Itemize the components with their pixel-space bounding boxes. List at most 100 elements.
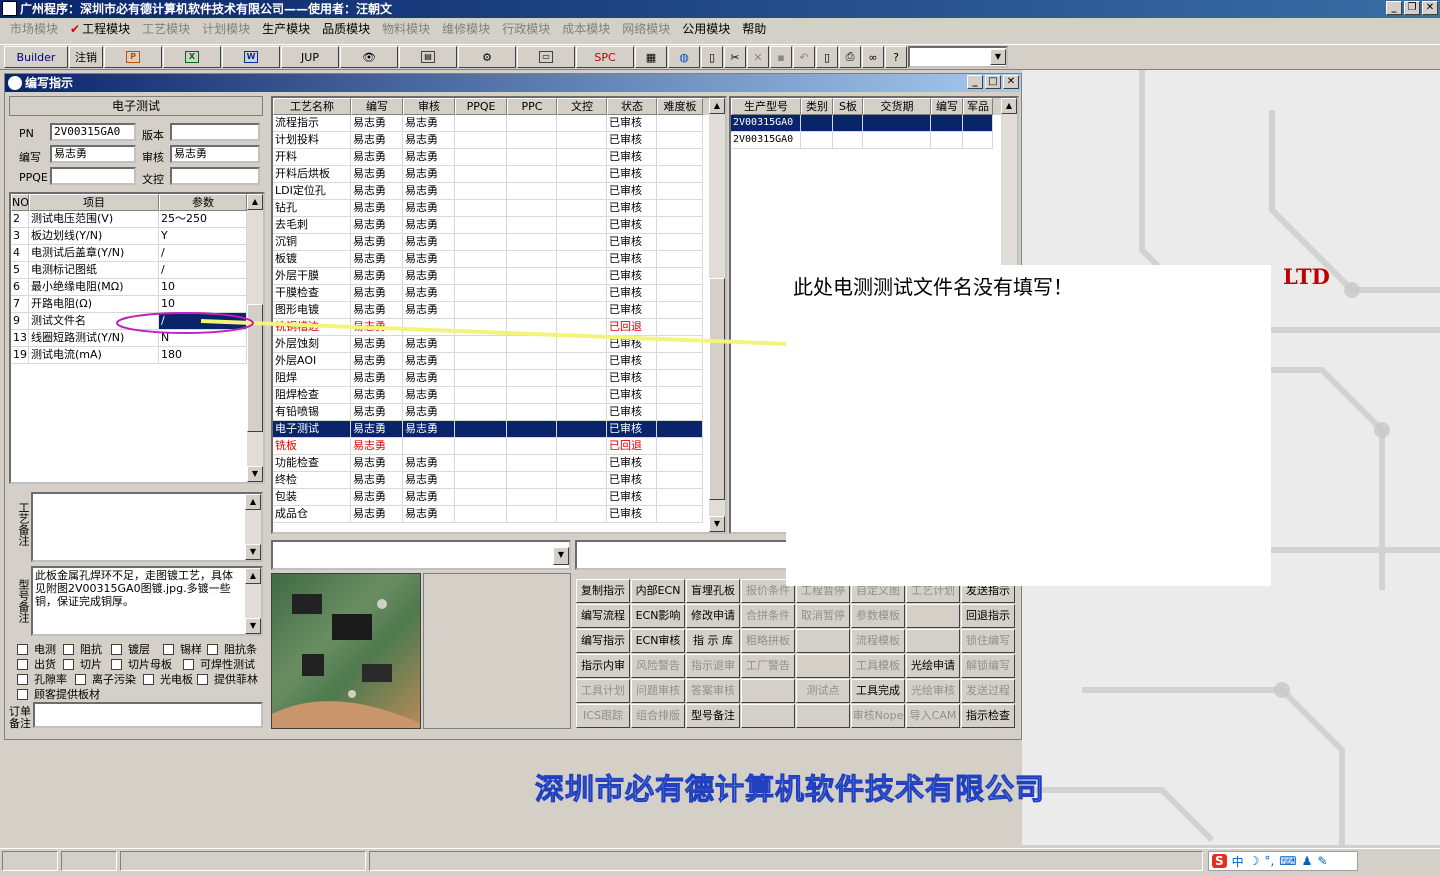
action-button[interactable]: 编写流程 bbox=[576, 604, 630, 628]
close-button[interactable]: ✕ bbox=[1422, 1, 1438, 15]
action-button[interactable] bbox=[796, 629, 850, 653]
delete-button[interactable]: ✕ bbox=[747, 46, 769, 68]
checkbox-7[interactable]: 切片母板 bbox=[111, 656, 172, 672]
checkbox-box[interactable] bbox=[207, 643, 218, 655]
scroll-up-icon[interactable]: ▲ bbox=[709, 98, 725, 114]
process-col-header[interactable]: PPQE bbox=[455, 98, 507, 115]
process-row[interactable]: 开料 易志勇 易志勇 已审核 bbox=[273, 149, 725, 166]
process-row[interactable]: 图形电镀 易志勇 易志勇 已审核 bbox=[273, 302, 725, 319]
builder-button[interactable]: Builder bbox=[4, 46, 68, 68]
menu-item[interactable]: 工艺模块 bbox=[136, 20, 196, 37]
word-button[interactable]: W bbox=[222, 46, 280, 68]
checkbox-13[interactable]: 顾客提供板材 bbox=[17, 686, 100, 702]
scroll-up-icon[interactable]: ▲ bbox=[1001, 98, 1017, 114]
scroll-thumb[interactable] bbox=[709, 278, 725, 500]
action-button[interactable]: 风险警告 bbox=[631, 654, 685, 678]
scroll-down-icon[interactable]: ▼ bbox=[245, 618, 261, 634]
action-button[interactable]: 测试点 bbox=[796, 679, 850, 703]
model-row[interactable]: 2V00315GA0 bbox=[731, 115, 1017, 132]
action-button[interactable]: 审核Nope bbox=[851, 704, 905, 728]
scroll-up-icon[interactable]: ▲ bbox=[245, 568, 261, 584]
model-row[interactable]: 2V00315GA0 bbox=[731, 132, 1017, 149]
param-col-value[interactable]: 参数 bbox=[159, 194, 247, 211]
minimize-button[interactable]: _ bbox=[1386, 1, 1402, 15]
action-button[interactable]: 粗略拼板 bbox=[741, 629, 795, 653]
reviewer-field[interactable]: 易志勇 bbox=[170, 145, 260, 163]
model-col-header[interactable]: 类别 bbox=[801, 98, 833, 115]
process-combo[interactable]: ▼ bbox=[271, 540, 571, 570]
action-button[interactable]: 指示检查 bbox=[961, 704, 1015, 728]
action-button[interactable]: 光绘审核 bbox=[906, 679, 960, 703]
jup-button[interactable]: JUP bbox=[281, 46, 339, 68]
chevron-down-icon[interactable]: ▼ bbox=[553, 547, 569, 565]
doc-control-field[interactable] bbox=[170, 167, 260, 185]
find-button[interactable]: ∞ bbox=[862, 46, 884, 68]
punct-icon[interactable]: °, bbox=[1264, 854, 1274, 868]
checkbox-box[interactable] bbox=[17, 643, 28, 655]
scroll-up-icon[interactable]: ▲ bbox=[247, 194, 263, 210]
checkbox-3[interactable]: 锡样 bbox=[163, 641, 202, 657]
process-row[interactable]: 开料后烘板 易志勇 易志勇 已审核 bbox=[273, 166, 725, 183]
print-preview-button[interactable]: ▭ bbox=[517, 46, 575, 68]
model-col-header[interactable]: 军品 bbox=[963, 98, 993, 115]
preview-button[interactable]: ▯ bbox=[816, 46, 838, 68]
help-button[interactable]: ? bbox=[885, 46, 907, 68]
checkbox-8[interactable]: 可焊性测试 bbox=[183, 656, 255, 672]
action-button[interactable]: 流程模板 bbox=[851, 629, 905, 653]
process-col-header[interactable]: 难度板 bbox=[657, 98, 703, 115]
checkbox-box[interactable] bbox=[17, 688, 28, 700]
action-button[interactable]: 合拼条件 bbox=[741, 604, 795, 628]
process-col-header[interactable]: 编写 bbox=[351, 98, 403, 115]
win-close-button[interactable]: ✕ bbox=[1003, 75, 1019, 89]
param-row[interactable]: 2 测试电压范围(V) 25～250 bbox=[11, 211, 263, 228]
model-col-header[interactable]: 编写 bbox=[931, 98, 963, 115]
action-button[interactable] bbox=[796, 654, 850, 678]
calc-button[interactable]: ▦ bbox=[635, 46, 667, 68]
scroll-down-icon[interactable]: ▼ bbox=[247, 466, 263, 482]
process-row[interactable]: 板镀 易志勇 易志勇 已审核 bbox=[273, 251, 725, 268]
checkbox-1[interactable]: 阻抗 bbox=[63, 641, 102, 657]
action-button[interactable]: 复制指示 bbox=[576, 579, 630, 603]
print-button[interactable]: ⎙ bbox=[839, 46, 861, 68]
process-row[interactable]: 去毛刺 易志勇 易志勇 已审核 bbox=[273, 217, 725, 234]
action-button[interactable]: 参数模板 bbox=[851, 604, 905, 628]
action-button[interactable]: 光绘申请 bbox=[906, 654, 960, 678]
param-row[interactable]: 9 测试文件名 / bbox=[11, 313, 263, 330]
action-button[interactable]: 指示内审 bbox=[576, 654, 630, 678]
action-button[interactable]: ECN影响 bbox=[631, 604, 685, 628]
win-maximize-button[interactable]: □ bbox=[985, 75, 1001, 89]
checkbox-4[interactable]: 阻抗条 bbox=[207, 641, 257, 657]
action-button[interactable]: 内部ECN bbox=[631, 579, 685, 603]
process-row[interactable]: 钻孔 易志勇 易志勇 已审核 bbox=[273, 200, 725, 217]
action-button[interactable]: 盲埋孔板 bbox=[686, 579, 740, 603]
moon-icon[interactable]: ☽ bbox=[1249, 854, 1260, 868]
view-button[interactable]: 👁 bbox=[340, 46, 398, 68]
action-button[interactable]: 取消暂停 bbox=[796, 604, 850, 628]
process-row[interactable]: LDI定位孔 易志勇 易志勇 已审核 bbox=[273, 183, 725, 200]
process-row[interactable]: 计划投料 易志勇 易志勇 已审核 bbox=[273, 132, 725, 149]
process-row[interactable]: 阻焊 易志勇 易志勇 已审核 bbox=[273, 370, 725, 387]
param-col-no[interactable]: NO bbox=[11, 194, 29, 211]
model-note-box[interactable]: 此板金属孔焊环不足，走图镀工艺，具体见附图2V00315GA0图镀.jpg.多镀… bbox=[31, 566, 263, 636]
scroll-down-icon[interactable]: ▼ bbox=[245, 544, 261, 560]
process-row[interactable]: 有铅喷锡 易志勇 易志勇 已审核 bbox=[273, 404, 725, 421]
process-row[interactable]: 包装 易志勇 易志勇 已审核 bbox=[273, 489, 725, 506]
checkbox-12[interactable]: 提供菲林 bbox=[197, 671, 258, 687]
checkbox-box[interactable] bbox=[63, 643, 74, 655]
action-button[interactable]: 锁住编写 bbox=[961, 629, 1015, 653]
ime-toolbar[interactable]: S 中 ☽ °, ⌨ ♟ ✎ bbox=[1208, 851, 1358, 871]
spc-button[interactable]: SPC bbox=[576, 46, 634, 68]
checkbox-0[interactable]: 电测 bbox=[17, 641, 56, 657]
toolbar-combo[interactable]: ▼ bbox=[908, 46, 1008, 68]
model-note-scrollbar[interactable]: ▲ ▼ bbox=[245, 568, 261, 634]
process-row[interactable]: 铣铜槽边 易志勇 已回退 bbox=[273, 319, 725, 336]
cut-button[interactable]: ✂ bbox=[724, 46, 746, 68]
process-row[interactable]: 阻焊检查 易志勇 易志勇 已审核 bbox=[273, 387, 725, 404]
model-col-header[interactable]: 交货期 bbox=[863, 98, 931, 115]
action-button[interactable]: 答案审核 bbox=[686, 679, 740, 703]
action-button[interactable]: 工具模板 bbox=[851, 654, 905, 678]
param-col-item[interactable]: 项目 bbox=[29, 194, 159, 211]
database-button[interactable]: ▤ bbox=[399, 46, 457, 68]
process-row[interactable]: 外层干膜 易志勇 易志勇 已审核 bbox=[273, 268, 725, 285]
restore-button[interactable]: ❐ bbox=[1404, 1, 1420, 15]
